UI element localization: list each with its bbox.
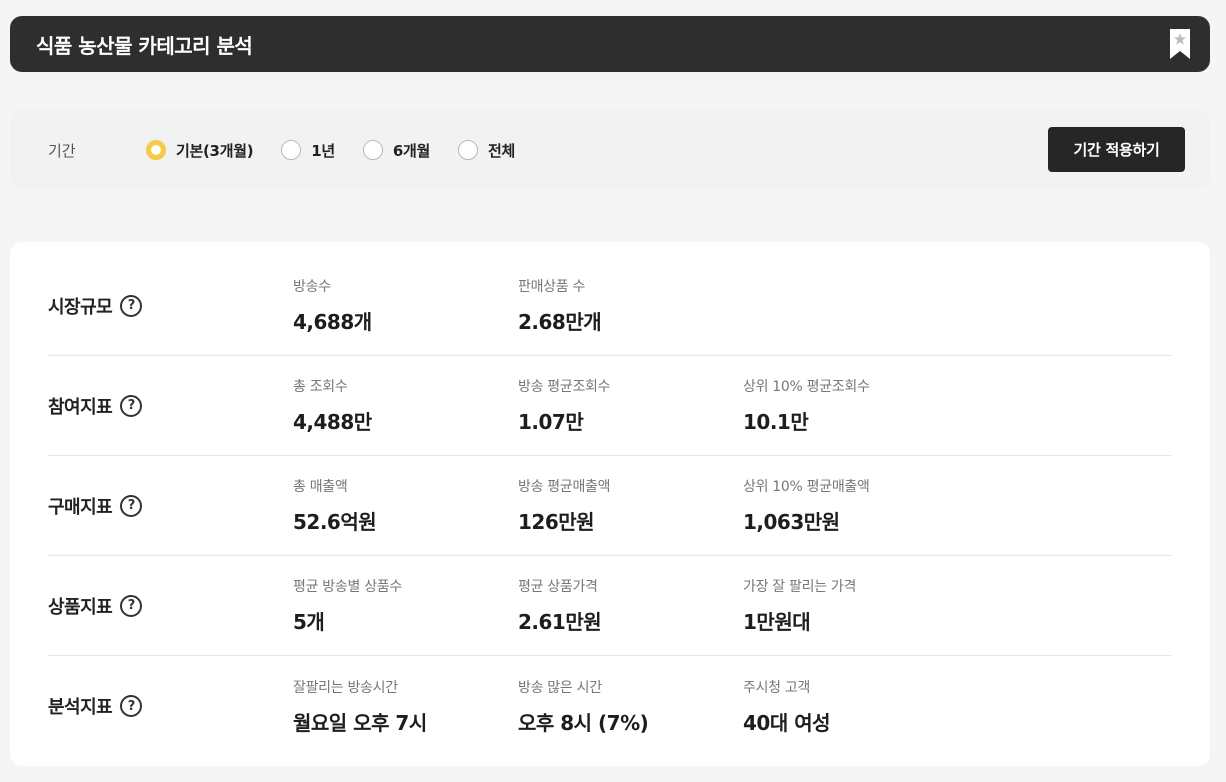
metric-value: 오후 8시 (7%) (518, 710, 649, 735)
metric-value: 4,688개 (293, 310, 372, 334)
metric-row-purchase: 구매지표 ? 총 매출액 52.6억원 방송 평균매출액 126만원 상위 10… (48, 456, 1172, 556)
metric-item: 판매상품 수 2.68만개 (518, 276, 743, 335)
metric-row-market-size: 시장규모 ? 방송수 4,688개 판매상품 수 2.68만개 (48, 256, 1172, 356)
metric-item: 가장 잘 팔리는 가격 1만원대 (743, 576, 968, 635)
radio-6months[interactable]: 6개월 (362, 140, 431, 161)
period-label: 기간 (48, 141, 76, 160)
help-circle-icon[interactable]: ? (120, 494, 143, 517)
metric-row-product: 상품지표 ? 평균 방송별 상품수 5개 평균 상품가격 2.61만원 가장 잘… (48, 556, 1172, 656)
metric-label: 상위 10% 평균조회수 (743, 379, 870, 395)
metric-value: 2.68만개 (518, 310, 602, 334)
radio-label: 전체 (488, 141, 516, 160)
period-radio-group: 기본(3개월) 1년 6개월 전체 (146, 140, 543, 161)
metric-label: 총 조회수 (293, 379, 348, 395)
row-title-text: 분석지표 (48, 697, 113, 718)
metric-label: 방송 많은 시간 (518, 679, 602, 696)
metric-value: 1.07만 (518, 410, 584, 434)
metric-row-engagement: 참여지표 ? 총 조회수 4,488만 방송 평균조회수 1.07만 상위 10… (48, 356, 1172, 456)
metric-item: 총 매출액 52.6억원 (293, 476, 518, 535)
row-title-text: 참여지표 (48, 396, 113, 418)
row-title: 시장규모 ? (48, 293, 293, 319)
page-header: 식품 농산물 카테고리 분석 (10, 16, 1210, 72)
metric-item: 평균 상품가격 2.61만원 (518, 576, 743, 635)
metric-row-analysis: 분석지표 ? 잘팔리는 방송시간 월요일 오후 7시 방송 많은 시간 오후 8… (48, 656, 1172, 756)
metrics-card: 시장규모 ? 방송수 4,688개 판매상품 수 2.68만개 참여지표 ? 총… (10, 242, 1210, 766)
radio-dot (458, 140, 479, 160)
help-circle-icon[interactable]: ? (120, 294, 143, 317)
metric-value: 40대 여성 (743, 710, 831, 735)
help-circle-icon[interactable]: ? (120, 695, 143, 717)
metric-label: 평균 상품가격 (518, 579, 598, 595)
metric-item: 잘팔리는 방송시간 월요일 오후 7시 (293, 677, 518, 736)
metric-item: 방송수 4,688개 (293, 276, 518, 335)
radio-label: 6개월 (392, 141, 431, 160)
metric-value: 1만원대 (743, 610, 811, 634)
radio-dot (146, 140, 166, 160)
metric-label: 가장 잘 팔리는 가격 (743, 579, 857, 595)
metric-value: 4,488만 (293, 410, 372, 434)
row-title: 상품지표 ? (48, 593, 293, 619)
metric-item: 상위 10% 평균조회수 10.1만 (743, 376, 968, 435)
page-title: 식품 농산물 카테고리 분석 (36, 33, 253, 58)
metric-label: 방송 평균조회수 (518, 379, 611, 395)
radio-dot (281, 140, 302, 160)
row-title-text: 구매지표 (48, 496, 113, 518)
metric-value: 126만원 (518, 510, 595, 534)
row-title-text: 상품지표 (48, 596, 113, 618)
row-title: 분석지표 ? (48, 693, 293, 719)
metric-value: 5개 (293, 610, 325, 634)
help-circle-icon[interactable]: ? (120, 394, 143, 417)
row-title: 참여지표 ? (48, 393, 293, 419)
metric-item: 상위 10% 평균매출액 1,063만원 (743, 476, 968, 535)
metric-label: 판매상품 수 (518, 279, 586, 295)
row-title-text: 시장규모 (48, 296, 113, 318)
metric-value: 10.1만 (743, 410, 809, 434)
metric-item: 총 조회수 4,488만 (293, 376, 518, 435)
metric-item: 방송 평균매출액 126만원 (518, 476, 743, 535)
radio-default-3months[interactable]: 기본(3개월) (146, 140, 254, 161)
metric-value: 52.6억원 (293, 510, 377, 534)
radio-label: 기본(3개월) (176, 141, 254, 160)
metric-label: 방송수 (293, 279, 331, 295)
metric-item: 방송 평균조회수 1.07만 (518, 376, 743, 435)
bookmark-star-icon[interactable] (1168, 28, 1192, 60)
metric-item: 주시청 고객 40대 여성 (743, 677, 968, 736)
metric-label: 주시청 고객 (743, 679, 811, 696)
metric-item: 방송 많은 시간 오후 8시 (7%) (518, 677, 743, 736)
apply-period-button[interactable]: 기간 적용하기 (1048, 127, 1185, 172)
radio-1year[interactable]: 1년 (281, 140, 335, 161)
radio-label: 1년 (311, 141, 335, 160)
metric-label: 상위 10% 평균매출액 (743, 479, 870, 495)
radio-all[interactable]: 전체 (458, 140, 515, 161)
metric-label: 방송 평균매출액 (518, 479, 611, 495)
metric-item: 평균 방송별 상품수 5개 (293, 576, 518, 635)
metric-label: 총 매출액 (293, 479, 348, 495)
metric-label: 잘팔리는 방송시간 (293, 679, 398, 696)
metric-value: 2.61만원 (518, 610, 602, 634)
metric-label: 평균 방송별 상품수 (293, 579, 402, 595)
metric-value: 1,063만원 (743, 510, 840, 534)
period-filter: 기간 기본(3개월) 1년 6개월 전체 기간 적용하기 (10, 110, 1210, 190)
row-title: 구매지표 ? (48, 493, 293, 519)
radio-dot (362, 140, 383, 160)
help-circle-icon[interactable]: ? (120, 594, 143, 617)
metric-value: 월요일 오후 7시 (293, 710, 427, 735)
